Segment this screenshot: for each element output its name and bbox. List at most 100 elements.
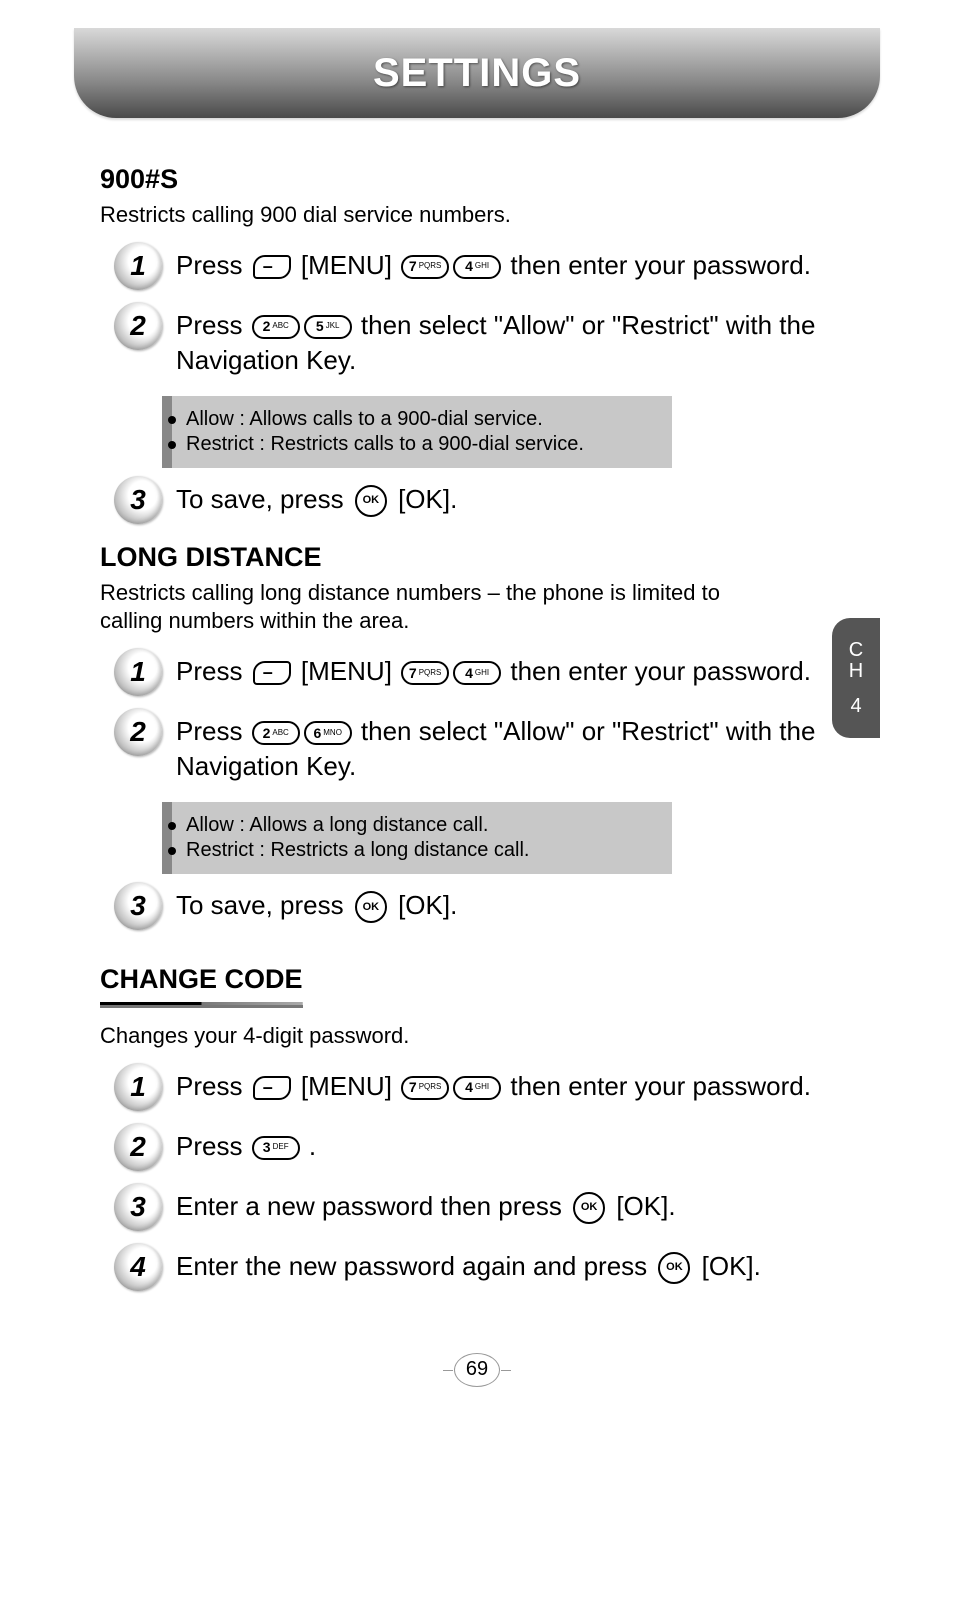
ok-key-icon: OK <box>658 1252 690 1284</box>
note-line: Restrict : Restricts calls to a 900-dial… <box>188 433 656 456</box>
step: 2Press 2ABC6MNO then select "Allow" or "… <box>114 714 864 784</box>
keypad-key-icon: 2ABC <box>252 721 300 745</box>
note-text: Allow : Allows a long distance call. <box>186 814 488 837</box>
step-text: Press 3DEF . <box>176 1129 864 1164</box>
header-banner: SETTINGS <box>74 28 880 118</box>
step: 2Press 2ABC5JKL then select "Allow" or "… <box>114 308 864 378</box>
keypad-key-icon: 2ABC <box>252 315 300 339</box>
ok-key-icon: OK <box>355 891 387 923</box>
step-text-pre: To save, press <box>176 890 351 920</box>
softkey-icon <box>253 1076 291 1100</box>
step-number: 1 <box>114 1063 162 1111</box>
bullet-icon <box>168 847 176 855</box>
step: 3To save, press OK [OK]. <box>114 482 864 524</box>
step-text-pre: Press <box>176 310 250 340</box>
section-description: Changes your 4-digit password. <box>100 1022 780 1051</box>
page-title: SETTINGS <box>373 51 581 96</box>
step: 1Press [MENU] 7PQRS4GHI then enter your … <box>114 654 864 696</box>
step-number: 4 <box>114 1243 162 1291</box>
step: 1Press [MENU] 7PQRS4GHI then enter your … <box>114 1069 864 1111</box>
keypad-key-icon: 4GHI <box>453 661 501 685</box>
softkey-icon <box>253 661 291 685</box>
keypad-key-icon: 4GHI <box>453 255 501 279</box>
note-text: Allow : Allows calls to a 900-dial servi… <box>186 408 543 431</box>
section: CHANGE CODE Changes your 4-digit password… <box>100 948 864 1291</box>
page-number: 69 <box>0 1353 954 1387</box>
step-text-pre: Enter the new password again and press <box>176 1251 654 1281</box>
step-text-pre: Press <box>176 716 250 746</box>
step-text: Press [MENU] 7PQRS4GHI then enter your p… <box>176 654 864 689</box>
bullet-icon <box>168 441 176 449</box>
step-text: Press 2ABC5JKL then select "Allow" or "R… <box>176 308 864 378</box>
bullet-icon <box>168 822 176 830</box>
step-text-pre: To save, press <box>176 484 351 514</box>
keypad-key-icon: 6MNO <box>304 721 352 745</box>
step: 1Press [MENU] 7PQRS4GHI then enter your … <box>114 248 864 290</box>
step-text: To save, press OK [OK]. <box>176 888 864 923</box>
step-text-pre: Press <box>176 1131 250 1161</box>
keypad-key-icon: 3DEF <box>252 1136 300 1160</box>
step-text-post: then enter your password. <box>503 656 811 686</box>
step-text-post: then enter your password. <box>503 1071 811 1101</box>
section-description: Restricts calling 900 dial service numbe… <box>100 201 780 230</box>
page-number-value: 69 <box>454 1353 500 1387</box>
step-text-post: . <box>302 1131 316 1161</box>
ok-label: [OK]. <box>694 1251 760 1281</box>
note-box: Allow : Allows calls to a 900-dial servi… <box>162 396 672 468</box>
section-heading: 900#S <box>100 164 864 195</box>
step-text: Press [MENU] 7PQRS4GHI then enter your p… <box>176 1069 864 1104</box>
section: LONG DISTANCE Restricts calling long dist… <box>100 542 864 930</box>
note-line: Allow : Allows a long distance call. <box>188 814 656 837</box>
section-description: Restricts calling long distance numbers … <box>100 579 780 636</box>
step: 3Enter a new password then press OK [OK]… <box>114 1189 864 1231</box>
softkey-icon <box>253 255 291 279</box>
step: 4Enter the new password again and press … <box>114 1249 864 1291</box>
menu-label: [MENU] <box>294 250 399 280</box>
step-text: Press 2ABC6MNO then select "Allow" or "R… <box>176 714 864 784</box>
step-text: Press [MENU] 7PQRS4GHI then enter your p… <box>176 248 864 283</box>
menu-label: [MENU] <box>294 1071 399 1101</box>
bullet-icon <box>168 416 176 424</box>
step-text-post: then enter your password. <box>503 250 811 280</box>
ok-key-icon: OK <box>573 1192 605 1224</box>
step-number: 1 <box>114 648 162 696</box>
ok-label: [OK]. <box>391 484 457 514</box>
step-number: 2 <box>114 708 162 756</box>
step-number: 1 <box>114 242 162 290</box>
step-text-pre: Enter a new password then press <box>176 1191 569 1221</box>
note-text: Restrict : Restricts a long distance cal… <box>186 839 529 862</box>
step-text-pre: Press <box>176 1071 250 1101</box>
page: SETTINGS C H 4 900#S Restricts calling 90… <box>0 28 954 1387</box>
note-line: Restrict : Restricts a long distance cal… <box>188 839 656 862</box>
step: 2Press 3DEF . <box>114 1129 864 1171</box>
keypad-key-icon: 7PQRS <box>401 1076 449 1100</box>
note-text: Restrict : Restricts calls to a 900-dial… <box>186 433 584 456</box>
keypad-key-icon: 7PQRS <box>401 255 449 279</box>
step-text: To save, press OK [OK]. <box>176 482 864 517</box>
step-number: 2 <box>114 1123 162 1171</box>
step-text-pre: Press <box>176 656 250 686</box>
step-text: Enter the new password again and press O… <box>176 1249 864 1284</box>
note-line: Allow : Allows calls to a 900-dial servi… <box>188 408 656 431</box>
step-number: 3 <box>114 882 162 930</box>
ok-label: [OK]. <box>391 890 457 920</box>
step: 3To save, press OK [OK]. <box>114 888 864 930</box>
chapter-tab-num: 4 <box>850 695 861 718</box>
ok-key-icon: OK <box>355 485 387 517</box>
section-heading: LONG DISTANCE <box>100 542 864 573</box>
note-box: Allow : Allows a long distance call.Rest… <box>162 802 672 874</box>
chapter-tab-c: C <box>849 639 863 662</box>
step-number: 3 <box>114 1183 162 1231</box>
step-text: Enter a new password then press OK [OK]. <box>176 1189 864 1224</box>
keypad-key-icon: 7PQRS <box>401 661 449 685</box>
step-number: 2 <box>114 302 162 350</box>
section-heading: CHANGE CODE <box>100 964 303 1008</box>
content-area: 900#S Restricts calling 900 dial service … <box>0 118 954 1349</box>
step-text-pre: Press <box>176 250 250 280</box>
step-number: 3 <box>114 476 162 524</box>
menu-label: [MENU] <box>294 656 399 686</box>
chapter-tab: C H 4 <box>832 618 880 738</box>
ok-label: [OK]. <box>609 1191 675 1221</box>
chapter-tab-h: H <box>849 660 863 683</box>
section: 900#S Restricts calling 900 dial service … <box>100 164 864 524</box>
